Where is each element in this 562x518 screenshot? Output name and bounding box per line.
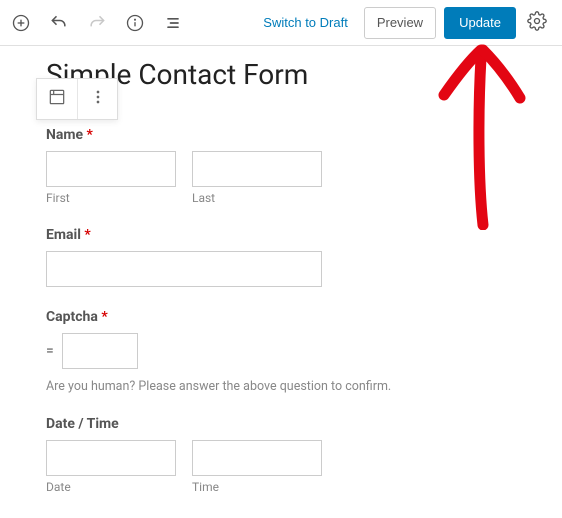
captcha-equals: =: [46, 343, 54, 359]
info-button[interactable]: [118, 6, 152, 40]
block-type-button[interactable]: [37, 79, 77, 119]
first-name-input[interactable]: [46, 151, 176, 187]
last-name-input[interactable]: [192, 151, 322, 187]
datetime-label: Date / Time: [46, 416, 516, 432]
update-button[interactable]: Update: [444, 7, 516, 39]
gear-icon: [527, 11, 547, 34]
field-captcha: Captcha * = Are you human? Please answer…: [46, 309, 516, 394]
form-block: Name * First Last Email *: [46, 127, 516, 494]
settings-button[interactable]: [520, 6, 554, 40]
form-block-icon: [47, 87, 67, 111]
time-sublabel: Time: [192, 480, 322, 494]
block-more-button[interactable]: [77, 79, 117, 119]
outline-icon: [163, 13, 183, 33]
undo-icon: [49, 13, 69, 33]
date-sublabel: Date: [46, 480, 176, 494]
last-name-sublabel: Last: [192, 191, 322, 205]
toolbar-left-group: [4, 6, 190, 40]
required-mark: *: [101, 309, 107, 325]
captcha-hint: Are you human? Please answer the above q…: [46, 379, 516, 394]
date-input[interactable]: [46, 440, 176, 476]
switch-to-draft-button[interactable]: Switch to Draft: [253, 9, 358, 36]
captcha-label-text: Captcha: [46, 309, 98, 325]
preview-button[interactable]: Preview: [364, 7, 436, 39]
first-name-sublabel: First: [46, 191, 176, 205]
redo-icon: [87, 13, 107, 33]
undo-button[interactable]: [42, 6, 76, 40]
editor-top-bar: Switch to Draft Preview Update: [0, 0, 562, 46]
email-label-text: Email: [46, 227, 81, 243]
captcha-input[interactable]: [62, 333, 138, 369]
captcha-label: Captcha *: [46, 309, 516, 325]
block-toolbar: [36, 78, 118, 120]
required-mark: *: [87, 127, 93, 143]
plus-circle-icon: [11, 13, 31, 33]
more-vertical-icon: [88, 87, 108, 111]
field-name: Name * First Last: [46, 127, 516, 205]
time-input[interactable]: [192, 440, 322, 476]
field-email: Email *: [46, 227, 516, 287]
name-label-text: Name: [46, 127, 83, 143]
email-label: Email *: [46, 227, 516, 243]
redo-button[interactable]: [80, 6, 114, 40]
required-mark: *: [84, 227, 90, 243]
add-block-button[interactable]: [4, 6, 38, 40]
name-label: Name *: [46, 127, 516, 143]
info-icon: [125, 13, 145, 33]
field-datetime: Date / Time Date Time: [46, 416, 516, 494]
outline-button[interactable]: [156, 6, 190, 40]
email-input[interactable]: [46, 251, 322, 287]
